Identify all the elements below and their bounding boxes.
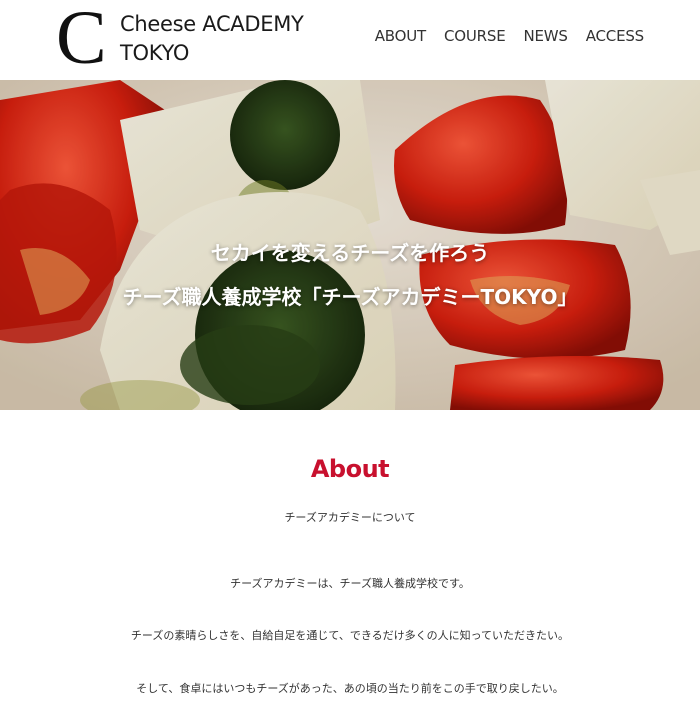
hero-headline: セカイを変えるチーズを作ろう (210, 241, 490, 265)
nav-about[interactable]: ABOUT (375, 27, 426, 45)
about-paragraph-2: チーズの素晴らしさを、自給自足を通じて、できるだけ多くの人に知っていただきたい。 (130, 629, 570, 642)
hero-subheadline: チーズ職人養成学校「チーズアカデミーTOKYO」 (122, 285, 578, 309)
about-subtitle: チーズアカデミーについて (284, 511, 416, 524)
about-title: About (310, 455, 390, 483)
logo-line-1: Cheese ACADEMY (120, 12, 304, 36)
logo-mark[interactable]: C (56, 0, 107, 76)
about-paragraph-1: チーズアカデミーは、チーズ職人養成学校です。 (230, 577, 470, 590)
nav-access[interactable]: ACCESS (586, 27, 644, 45)
logo-line-2: TOKYO (120, 41, 190, 65)
nav-course[interactable]: COURSE (444, 27, 506, 45)
hero-section: セカイを変えるチーズを作ろう チーズ職人養成学校「チーズアカデミーTOKYO」 (0, 80, 700, 410)
site-header: C Cheese ACADEMY TOKYO ABOUT COURSE NEWS… (0, 0, 700, 80)
main-nav: ABOUT COURSE NEWS ACCESS (375, 27, 644, 45)
nav-news[interactable]: NEWS (523, 27, 567, 45)
about-paragraph-3: そして、食卓にはいつもチーズがあった、あの頃の当たり前をこの手で取り戻したい。 (136, 682, 564, 695)
logo-text[interactable]: Cheese ACADEMY TOKYO (120, 10, 304, 68)
